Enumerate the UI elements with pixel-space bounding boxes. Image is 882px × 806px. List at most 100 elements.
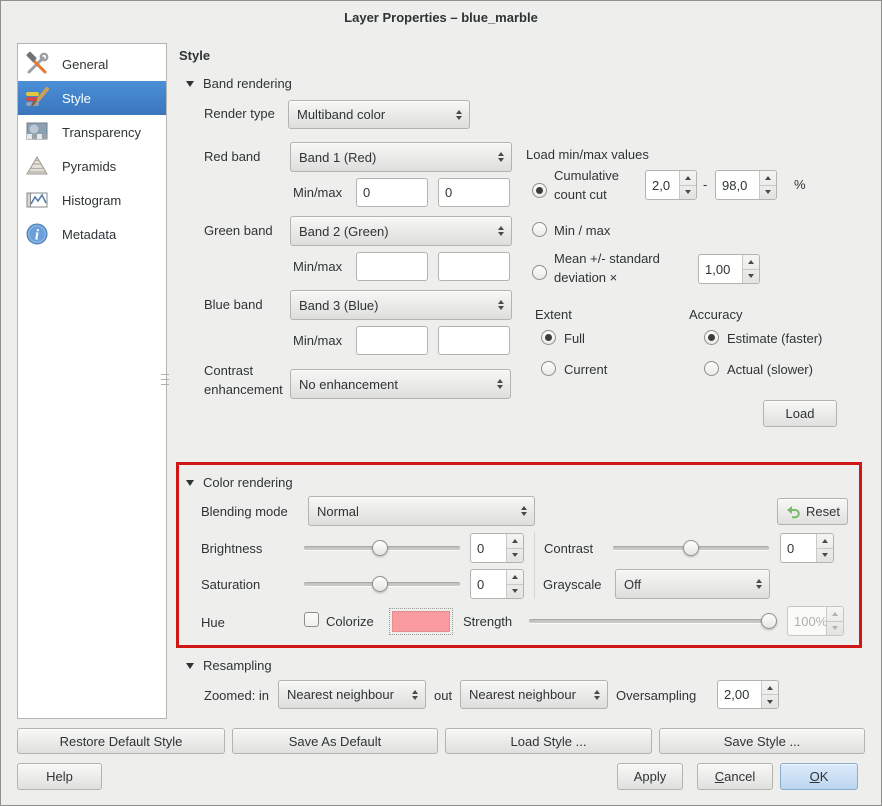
sidebar-item-style[interactable]: Style <box>18 81 166 115</box>
slider-handle[interactable] <box>761 613 777 629</box>
brightness-input[interactable] <box>471 534 506 562</box>
spin-up-icon[interactable] <box>507 534 523 548</box>
spin-down-icon[interactable] <box>817 548 833 563</box>
colorize-label[interactable]: Colorize <box>326 614 374 629</box>
sidebar-item-pyramids[interactable]: Pyramids <box>18 149 166 183</box>
color-rendering-section-header[interactable]: Color rendering <box>186 475 293 490</box>
red-max-input[interactable] <box>438 178 510 207</box>
panel-header: Style <box>179 48 210 63</box>
spin-down-icon[interactable] <box>743 269 759 284</box>
spin-down-icon[interactable] <box>507 584 523 599</box>
green-min-input[interactable] <box>356 252 428 281</box>
section-label: Resampling <box>203 658 272 673</box>
extent-current-radio[interactable] <box>541 361 556 376</box>
accuracy-estimate-label[interactable]: Estimate (faster) <box>727 331 822 346</box>
sidebar-item-general[interactable]: General <box>18 47 166 81</box>
spin-buttons[interactable] <box>816 534 833 562</box>
strength-input[interactable] <box>788 607 826 635</box>
red-band-select[interactable]: Band 1 (Red) <box>290 142 512 172</box>
help-button[interactable]: Help <box>17 763 102 790</box>
minmax-radio[interactable] <box>532 222 547 237</box>
red-min-input[interactable] <box>356 178 428 207</box>
cumulative-label[interactable]: Cumulative count cut <box>554 166 642 204</box>
cumulative-max-input[interactable] <box>716 171 759 199</box>
accuracy-actual-radio[interactable] <box>704 361 719 376</box>
sidebar: General Style <box>17 43 167 719</box>
cancel-button[interactable]: Cancel <box>697 763 773 790</box>
band-rendering-section-header[interactable]: Band rendering <box>186 76 292 91</box>
spin-up-icon[interactable] <box>680 171 696 185</box>
extent-full-radio[interactable] <box>541 330 556 345</box>
slider-handle[interactable] <box>372 540 388 556</box>
load-button[interactable]: Load <box>763 400 837 427</box>
accuracy-estimate-radio[interactable] <box>704 330 719 345</box>
sidebar-item-transparency[interactable]: Transparency <box>18 115 166 149</box>
mean-stddev-radio[interactable] <box>532 265 547 280</box>
minmax-option-label[interactable]: Min / max <box>554 223 610 238</box>
sidebar-item-histogram[interactable]: Histogram <box>18 183 166 217</box>
slider-handle[interactable] <box>683 540 699 556</box>
save-style-button[interactable]: Save Style ... <box>659 728 865 754</box>
spin-up-icon[interactable] <box>760 171 776 185</box>
spin-buttons[interactable] <box>679 171 696 199</box>
accuracy-actual-label[interactable]: Actual (slower) <box>727 362 813 377</box>
blue-min-input[interactable] <box>356 326 428 355</box>
save-as-default-button[interactable]: Save As Default <box>232 728 438 754</box>
spin-buttons[interactable] <box>826 607 843 635</box>
slider-handle[interactable] <box>372 576 388 592</box>
spin-up-icon[interactable] <box>827 607 843 621</box>
brightness-spin <box>470 533 524 563</box>
splitter-handle[interactable] <box>161 374 169 385</box>
hue-color-swatch[interactable] <box>392 611 450 632</box>
green-band-select[interactable]: Band 2 (Green) <box>290 216 512 246</box>
spin-down-icon[interactable] <box>760 185 776 200</box>
mean-stddev-input[interactable] <box>699 255 742 283</box>
spin-up-icon[interactable] <box>762 681 778 694</box>
spin-down-icon[interactable] <box>680 185 696 200</box>
extent-full-label[interactable]: Full <box>564 331 585 346</box>
spin-buttons[interactable] <box>506 570 523 598</box>
spin-down-icon[interactable] <box>507 548 523 563</box>
blue-minmax-label: Min/max <box>293 333 342 348</box>
spin-buttons[interactable] <box>761 681 778 708</box>
reset-button[interactable]: Reset <box>777 498 848 525</box>
extent-current-label[interactable]: Current <box>564 362 607 377</box>
mean-stddev-label[interactable]: Mean +/- standard deviation × <box>554 249 696 287</box>
spin-up-icon[interactable] <box>817 534 833 548</box>
apply-button[interactable]: Apply <box>617 763 683 790</box>
spin-up-icon[interactable] <box>743 255 759 269</box>
restore-default-style-button[interactable]: Restore Default Style <box>17 728 225 754</box>
strength-slider[interactable] <box>529 613 776 629</box>
sidebar-item-metadata[interactable]: i Metadata <box>18 217 166 251</box>
resampling-section-header[interactable]: Resampling <box>186 658 272 673</box>
blue-max-input[interactable] <box>438 326 510 355</box>
contrast-slider[interactable] <box>613 540 769 556</box>
colorize-checkbox[interactable] <box>304 612 319 627</box>
render-type-select[interactable]: Multiband color <box>288 100 470 129</box>
blue-band-select[interactable]: Band 3 (Blue) <box>290 290 512 320</box>
oversampling-input[interactable] <box>718 681 761 708</box>
cumulative-min-input[interactable] <box>646 171 679 199</box>
blue-band-label: Blue band <box>204 297 263 312</box>
spin-up-icon[interactable] <box>507 570 523 584</box>
cumulative-radio[interactable] <box>532 183 547 198</box>
blending-mode-select[interactable]: Normal <box>308 496 535 526</box>
spin-buttons[interactable] <box>742 255 759 283</box>
contrast-enhancement-value: No enhancement <box>299 377 491 392</box>
zoomed-in-select[interactable]: Nearest neighbour <box>278 680 426 709</box>
strength-spin <box>787 606 844 636</box>
load-style-button[interactable]: Load Style ... <box>445 728 652 754</box>
spin-buttons[interactable] <box>759 171 776 199</box>
spin-down-icon[interactable] <box>827 621 843 636</box>
ok-button[interactable]: OK <box>780 763 858 790</box>
saturation-input[interactable] <box>471 570 506 598</box>
spin-buttons[interactable] <box>506 534 523 562</box>
saturation-slider[interactable] <box>304 576 460 592</box>
grayscale-select[interactable]: Off <box>615 569 770 599</box>
contrast-input[interactable] <box>781 534 816 562</box>
spin-down-icon[interactable] <box>762 694 778 708</box>
green-max-input[interactable] <box>438 252 510 281</box>
brightness-slider[interactable] <box>304 540 460 556</box>
contrast-enhancement-select[interactable]: No enhancement <box>290 369 511 399</box>
zoomed-out-select[interactable]: Nearest neighbour <box>460 680 608 709</box>
